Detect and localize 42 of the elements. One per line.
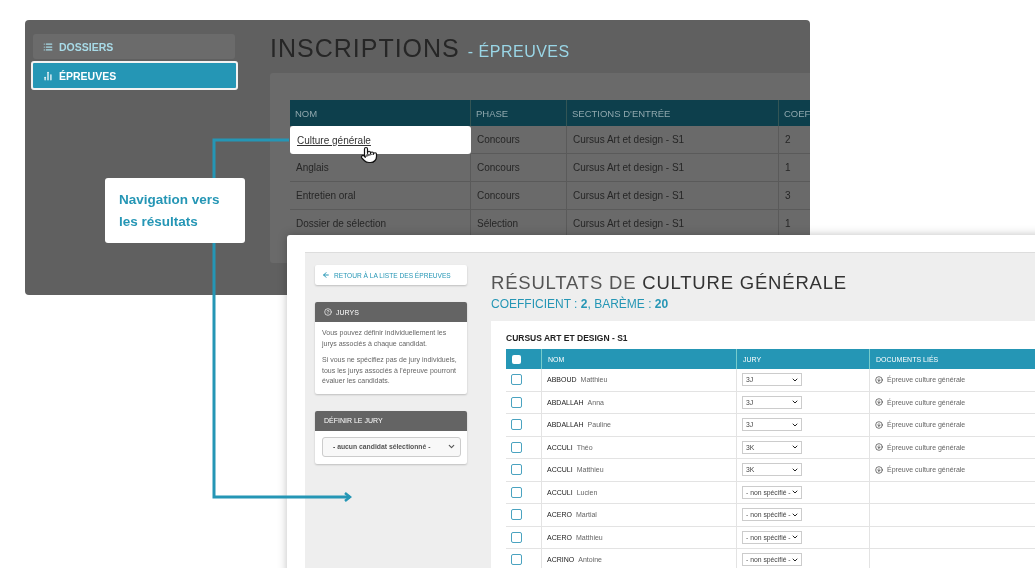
row-checkbox[interactable] [511,464,522,476]
bar-chart-icon [43,70,53,81]
download-icon [875,420,883,429]
help-icon [324,308,332,316]
page-title: RÉSULTATS DE CULTURE GÉNÉRALE [491,272,848,294]
table-cell: Cursus Art et design - S1 [567,154,779,182]
page-subtitle: COEFFICIENT : 2, BARÈME : 20 [491,297,670,311]
row-checkbox[interactable] [511,396,522,408]
column-header: SECTIONS D'ENTRÉE [567,100,779,126]
table-cell: Concours [471,154,567,182]
row-checkbox[interactable] [511,531,522,543]
column-header: NOM [290,100,471,126]
column-header: COEF [779,100,810,126]
table-cell: Concours [471,126,567,154]
row-checkbox[interactable] [511,554,522,566]
page-title: INSCRIPTIONS [270,34,460,63]
download-icon [875,375,883,384]
chevron-down-icon [447,442,456,451]
table-cell: Concours [471,182,567,210]
sidebar-item[interactable]: DOSSIERS [33,34,235,59]
row-checkbox[interactable] [511,486,522,498]
download-icon [875,465,883,474]
row-checkbox[interactable] [511,419,522,431]
table-cell: Cursus Art et design - S1 [567,182,779,210]
table-cell: 3 [779,182,810,210]
column-header: PHASE [471,100,567,126]
callout-text: Navigation vers les résultats [105,178,245,243]
table-cell: Entretien oral [290,182,471,210]
table-cell: Cursus Art et design - S1 [567,126,779,154]
row-checkbox[interactable] [511,374,522,386]
row-checkbox[interactable] [511,509,522,521]
arrow-left-icon [322,271,330,279]
download-icon [875,398,883,407]
test-link[interactable]: Culture générale [297,134,371,146]
row-checkbox[interactable] [511,441,522,453]
table-cell: 2 [779,126,810,154]
list-icon [43,41,53,52]
download-icon [875,443,883,452]
table-cell: 1 [779,154,810,182]
page-subtitle: - ÉPREUVES [467,43,570,61]
section-title: CURSUS ART ET DESIGN - S1 [506,333,629,343]
select-all-checkbox[interactable] [512,354,521,364]
